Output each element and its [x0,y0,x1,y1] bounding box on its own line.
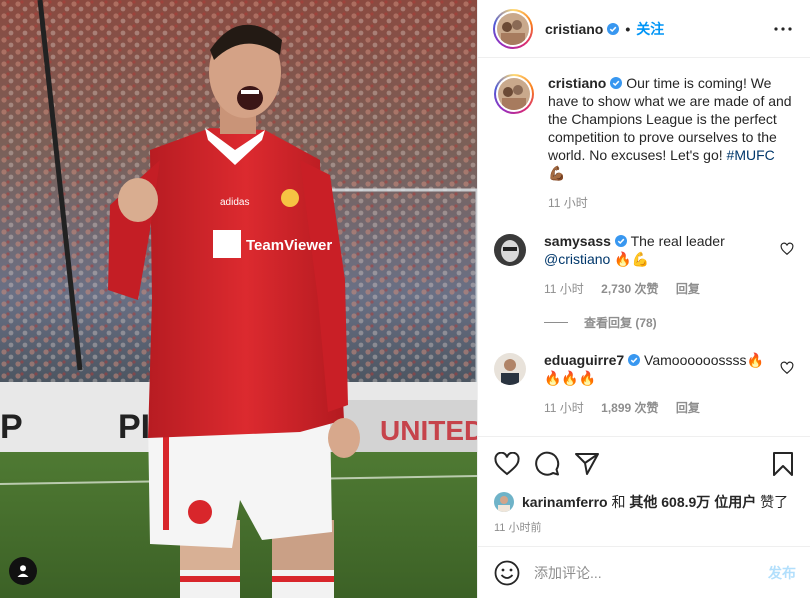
comment-time[interactable]: 11 小时 [544,282,584,296]
author-avatar[interactable] [493,8,533,49]
liker-username[interactable]: karinamferro [522,494,608,510]
player-celebration-image: UNITED PI P TeamViewer adidas [0,0,477,598]
comment-emoji: 🔥🔥🔥 [544,370,597,386]
comments-list: cristiano Our time is coming! We have to… [478,58,810,436]
likes-suffix: 赞了 [760,494,789,510]
comment-author[interactable]: eduaguirre7 [544,352,624,368]
caption-emoji: 💪🏾 [548,165,566,181]
post-header: cristiano • 关注 [478,0,810,58]
commenter-avatar[interactable] [494,353,526,385]
view-replies-button[interactable]: 查看回复 (78) [544,314,794,331]
instagram-post: UNITED PI P TeamViewer adidas cristiano … [0,0,810,598]
comment-text: Vamoooooossss🔥 [644,352,764,368]
reply-button[interactable]: 回复 [676,282,700,296]
svg-text:PI: PI [118,408,150,446]
reply-button[interactable]: 回复 [676,401,700,415]
post-timestamp[interactable]: 11 小时前 [478,514,810,546]
separator-dot: • [625,20,631,37]
comment-mention[interactable]: @cristiano [544,251,610,267]
comment-body: eduaguirre7 Vamoooooossss🔥 🔥🔥🔥 11 小时 1,8… [544,351,784,417]
replies-divider [544,322,568,323]
svg-text:TeamViewer: TeamViewer [246,237,332,254]
comment-heart-icon[interactable] [780,361,794,375]
likes-summary: karinamferro 和 其他 608.9万 位用户 赞了 [478,490,810,514]
user-tag-icon[interactable] [9,557,37,585]
comment-bubble-icon[interactable] [534,451,560,477]
caption-author[interactable]: cristiano [548,75,606,91]
caption-body: cristiano Our time is coming! We have to… [548,74,794,212]
post-caption: cristiano Our time is coming! We have to… [494,74,794,212]
comment-item: samysass The real leader @cristiano 🔥💪 1… [494,232,794,298]
comment-meta: 11 小时 1,899 次赞 回复 [544,399,784,417]
add-comment-bar: 发布 [478,546,810,598]
verified-badge-icon [628,354,641,366]
post-comment-button[interactable]: 发布 [768,563,796,583]
smiley-icon[interactable] [494,560,520,586]
svg-text:adidas: adidas [220,197,249,208]
commenter-avatar[interactable] [494,234,526,266]
comment-author[interactable]: samysass [544,233,611,249]
verified-badge-icon [610,77,623,89]
likes-and: 和 [611,494,626,510]
svg-text:P: P [0,408,23,446]
comment-item: eduaguirre7 Vamoooooossss🔥 🔥🔥🔥 11 小时 1,8… [494,351,794,417]
comment-heart-icon[interactable] [780,242,794,256]
verified-badge-icon [614,235,627,247]
caption-hashtag[interactable]: #MUFC [727,147,775,163]
caption-author-avatar[interactable] [494,74,534,114]
author-username[interactable]: cristiano [545,21,603,37]
follow-button[interactable]: 关注 [636,19,664,39]
svg-text:UNITED: UNITED [380,415,477,446]
comment-emoji: 🔥💪 [614,251,650,267]
paper-plane-icon[interactable] [574,451,600,477]
comment-input[interactable] [534,564,768,581]
caption-meta: 11 小时 [548,194,794,212]
comment-body: samysass The real leader @cristiano 🔥💪 1… [544,232,784,298]
post-photo[interactable]: UNITED PI P TeamViewer adidas [0,0,477,598]
comment-like-count[interactable]: 1,899 次赞 [601,401,658,415]
liker-avatar[interactable] [494,492,514,512]
view-replies-label[interactable]: 查看回复 (78) [584,314,657,331]
action-bar [478,436,810,490]
comment-like-count[interactable]: 2,730 次赞 [601,282,658,296]
caption-time[interactable]: 11 小时 [548,196,588,210]
more-horizontal-icon[interactable] [771,17,795,41]
heart-icon[interactable] [494,451,520,477]
comment-meta: 11 小时 2,730 次赞 回复 [544,280,784,298]
comment-text: The real leader [630,233,725,249]
bookmark-icon[interactable] [772,451,798,477]
comment-time[interactable]: 11 小时 [544,401,584,415]
post-sidebar: cristiano • 关注 cristiano Our time is com… [477,0,810,598]
likes-others-count[interactable]: 其他 608.9万 位用户 [629,492,756,512]
verified-badge-icon [607,22,620,35]
